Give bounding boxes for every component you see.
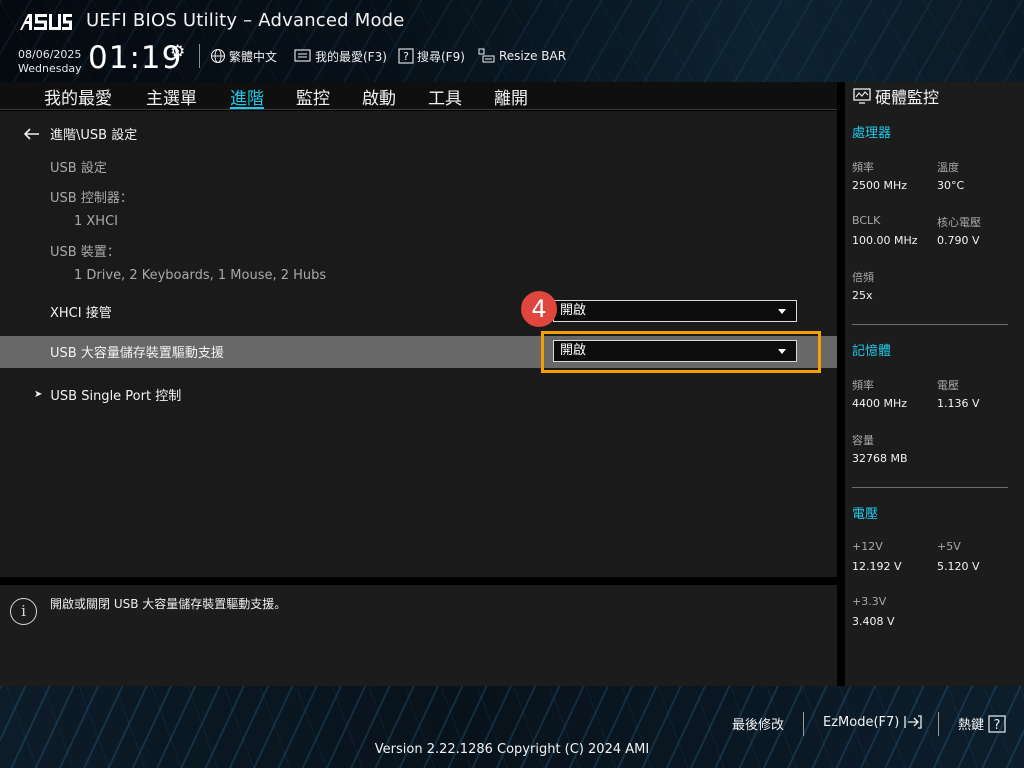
submenu-arrow-icon: ➤ [34,389,43,400]
ratio-label: 倍頻 [852,271,874,284]
usb-devices-label: USB 裝置： [50,245,120,260]
back-arrow-icon [24,127,39,140]
info-icon: i [10,598,37,625]
weekday-text: Wednesday [18,62,82,75]
v5-label: +5V [937,540,961,553]
hotkeys-glyph: ? [994,718,1001,733]
hardware-monitor-title: 硬體監控 [853,84,939,108]
usb-settings-heading: USB 設定 [50,161,107,176]
asus-logo [20,14,72,30]
last-modified-button[interactable]: 最後修改 [732,714,784,733]
footer-divider [803,712,804,736]
tab-tool[interactable]: 工具 [428,84,462,109]
app-title: UEFI BIOS Utility – Advanced Mode [86,10,405,31]
cpu-freq-value: 2500 MHz [852,179,908,192]
clock-time[interactable]: 01:19 [88,40,182,76]
chip-icon [478,48,495,63]
resize-bar-label: Resize BAR [499,49,567,63]
vcore-value: 0.790 V [937,234,980,247]
usb-single-port-control-link[interactable]: ➤ USB Single Port 控制 [34,385,181,404]
usb-controller-value: 1 XHCI [74,214,118,229]
usb-controller-label: USB 控制器： [50,191,133,206]
dropdown-caret-icon [778,309,786,314]
help-divider [0,577,837,585]
xhci-handoff-label: XHCI 接管 [50,306,112,321]
hotkeys-button[interactable]: 熱鍵 ? [958,714,1006,733]
v12-label: +12V [852,540,883,553]
v33-value: 3.408 V [852,615,895,628]
globe-icon [210,48,226,64]
mass-storage-driver-select[interactable]: 開啟 [553,340,797,362]
date-display: 08/06/2025 Wednesday [18,48,82,76]
help-text: 開啟或關閉 USB 大容量儲存裝置驅動支援。 [50,597,287,611]
tab-boot[interactable]: 啟動 [362,84,396,109]
tab-favorites[interactable]: 我的最愛 [44,84,112,109]
monitor-divider [852,324,1008,325]
favorites-button[interactable]: 我的最愛(F3) [294,47,387,65]
gear-icon[interactable]: ⚙ [170,42,185,62]
cpu-temp-label: 溫度 [937,161,959,174]
dropdown-caret-icon [778,349,786,354]
monitor-divider [852,487,1008,488]
breadcrumb: 進階\USB 設定 [50,128,138,143]
settings-panel: 進階\USB 設定 USB 設定 USB 控制器： 1 XHCI USB 裝置：… [0,111,837,577]
v5-value: 5.120 V [937,560,980,573]
date-text: 08/06/2025 [18,48,82,61]
mem-volt-label: 電壓 [937,379,959,392]
tab-advanced[interactable]: 進階 [230,84,264,109]
search-button[interactable]: ? 搜尋(F9) [398,47,465,65]
voltage-section-title: 電壓 [852,507,879,522]
ezmode-label: EzMode(F7) [823,714,900,730]
memory-section-title: 記憶體 [852,344,892,359]
usb-single-port-control-label: USB Single Port 控制 [50,389,182,404]
mem-capacity-label: 容量 [852,434,874,447]
xhci-handoff-value: 開啟 [560,303,587,318]
svg-text:?: ? [403,50,409,63]
mem-capacity-value: 32768 MB [852,452,908,465]
usb-devices-value: 1 Drive, 2 Keyboards, 1 Mouse, 2 Hubs [74,268,327,283]
tab-monitor[interactable]: 監控 [296,84,330,109]
back-button[interactable]: 進階\USB 設定 [24,124,137,143]
xhci-handoff-select[interactable]: 開啟 [553,300,797,322]
ratio-value: 25x [852,289,873,302]
mem-volt-value: 1.136 V [937,397,980,410]
favorites-icon [294,49,311,62]
bclk-label: BCLK [852,214,881,227]
exit-arrow-icon [904,715,923,729]
vcore-label: 核心電壓 [937,216,981,229]
mass-storage-driver-value: 開啟 [560,343,587,358]
monitor-icon [853,88,871,104]
language-button[interactable]: 繁體中文 [210,47,277,65]
cpu-section-title: 處理器 [852,126,892,141]
resize-bar-button[interactable]: Resize BAR [478,47,566,65]
question-box-icon: ? [398,48,414,64]
tab-bar: 我的最愛 主選單 進階 監控 啟動 工具 離開 [0,82,837,110]
hardware-monitor-label: 硬體監控 [875,88,940,107]
favorites-label: 我的最愛(F3) [315,49,387,64]
mem-freq-value: 4400 MHz [852,397,908,410]
hardware-monitor-panel: 硬體監控 處理器 頻率 溫度 2500 MHz 30°C BCLK 核心電壓 1… [845,82,1024,686]
tab-exit[interactable]: 離開 [494,84,528,109]
last-modified-label: 最後修改 [732,718,785,733]
cpu-temp-value: 30°C [937,179,965,192]
header-divider [199,44,200,68]
version-text: Version 2.22.1286 Copyright (C) 2024 AMI [374,742,650,757]
mass-storage-driver-label: USB 大容量儲存裝置驅動支援 [50,346,224,361]
tab-main[interactable]: 主選單 [146,84,197,109]
cpu-freq-label: 頻率 [852,161,874,174]
v33-label: +3.3V [852,595,887,608]
mem-freq-label: 頻率 [852,379,874,392]
question-box-icon: ? [988,714,1006,733]
language-label: 繁體中文 [229,49,278,64]
step-number-badge: 4 [521,291,557,327]
hotkeys-label: 熱鍵 [958,718,985,733]
ezmode-button[interactable]: EzMode(F7) [823,714,923,730]
v12-value: 12.192 V [852,560,902,573]
bclk-value: 100.00 MHz [852,234,918,247]
search-label: 搜尋(F9) [417,49,465,64]
footer-divider [938,712,939,736]
help-panel: i 開啟或關閉 USB 大容量儲存裝置驅動支援。 [0,585,837,686]
